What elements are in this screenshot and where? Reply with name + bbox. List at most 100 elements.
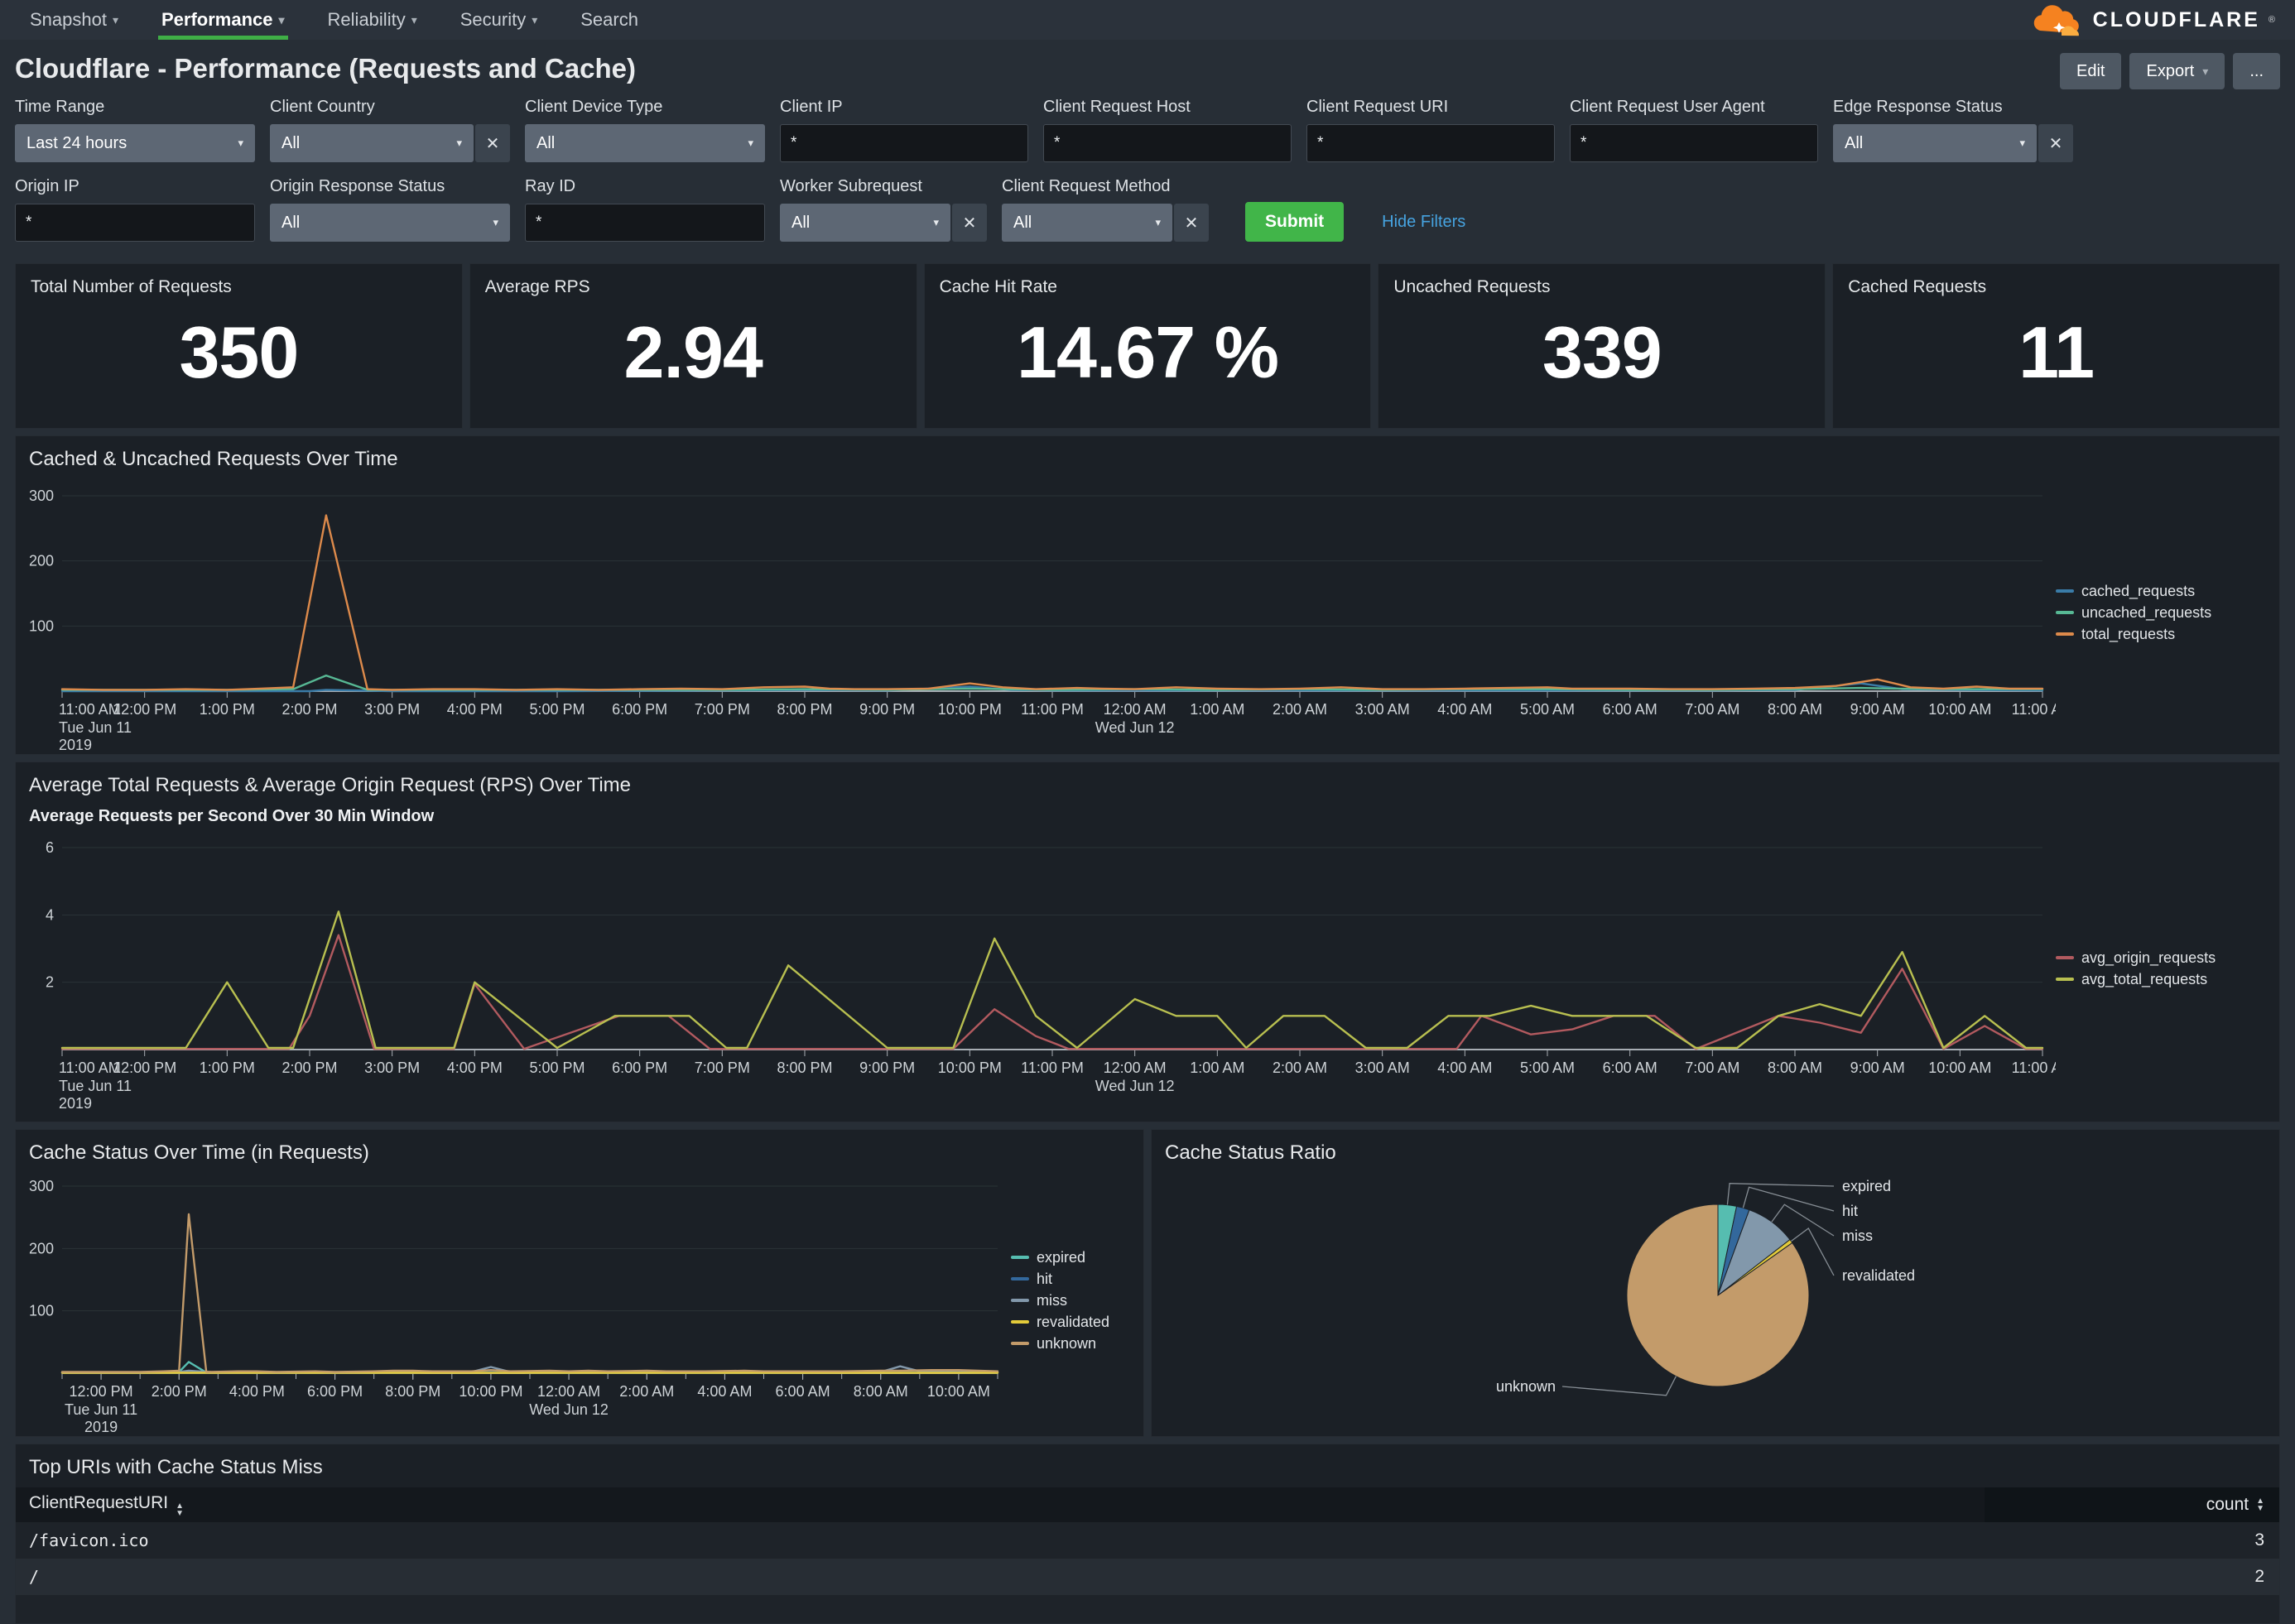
avg-rps-over-time-svg: 24611:00 AMTue Jun 11201912:00 PM1:00 PM… (16, 826, 2056, 1111)
stat-card-total-number-of-requests: Total Number of Requests350 (15, 263, 463, 429)
edit-button[interactable]: Edit (2060, 53, 2121, 89)
select-value: All (281, 214, 300, 233)
svg-text:7:00 PM: 7:00 PM (695, 1059, 750, 1076)
hide-filters-link[interactable]: Hide Filters (1382, 213, 1465, 232)
caret-down-icon: ▾ (748, 137, 753, 150)
svg-text:10:00 PM: 10:00 PM (938, 701, 1002, 718)
svg-text:12:00 PM: 12:00 PM (113, 701, 176, 718)
cache-status-time-chart: 10020030012:00 PMTue Jun 1120192:00 PM4:… (16, 1166, 1011, 1434)
svg-text:7:00 AM: 7:00 AM (1685, 701, 1739, 718)
caret-down-icon: ▾ (2202, 65, 2208, 79)
chart-legend: expired hit miss revalidated unknown (1011, 1166, 1143, 1434)
cell-count: 3 (1985, 1522, 2279, 1559)
filter-client-request-uri: Client Request URI (1306, 98, 1555, 162)
legend-item-cached-requests[interactable]: cached_requests (2056, 583, 2271, 600)
filter-label: Origin Response Status (270, 177, 510, 196)
legend-label: avg_origin_requests (2081, 949, 2216, 967)
stat-value: 14.67 % (940, 297, 1356, 415)
legend-item-miss[interactable]: miss (1011, 1292, 1135, 1309)
filter-client-device-type: Client Device TypeAll▾ (525, 98, 765, 162)
stat-card-cached-requests: Cached Requests11 (1832, 263, 2280, 429)
cloudflare-logo: CLOUDFLARE ® (2030, 0, 2287, 40)
legend-item-uncached-requests[interactable]: uncached_requests (2056, 604, 2271, 622)
ray-id-input[interactable] (525, 204, 765, 242)
clear-filter-button[interactable]: ✕ (952, 204, 987, 242)
svg-text:8:00 PM: 8:00 PM (385, 1383, 440, 1400)
svg-text:11:00 AM: 11:00 AM (2012, 1059, 2056, 1076)
clear-filter-button[interactable]: ✕ (2038, 124, 2073, 162)
nav-item-reliability[interactable]: Reliability▾ (306, 0, 439, 40)
client-request-host-input[interactable] (1043, 124, 1292, 162)
table-row: /2 (16, 1559, 2279, 1595)
client-request-uri-input[interactable] (1306, 124, 1555, 162)
svg-text:Tue Jun 11: Tue Jun 11 (59, 719, 132, 736)
cloudflare-cloud-icon (2030, 2, 2085, 37)
stat-value: 2.94 (485, 297, 902, 415)
panel-cache-status-ratio: Cache Status Ratio expiredhitmissrevalid… (1151, 1129, 2280, 1437)
svg-text:12:00 AM: 12:00 AM (537, 1383, 600, 1400)
panel-top-uris: Top URIs with Cache Status Miss ClientRe… (15, 1444, 2280, 1624)
origin-ip-input[interactable] (15, 204, 255, 242)
client-ip-input[interactable] (780, 124, 1028, 162)
filter-client-request-user-agent: Client Request User Agent (1570, 98, 1818, 162)
svg-text:12:00 PM: 12:00 PM (70, 1383, 133, 1400)
clear-filter-button[interactable]: ✕ (475, 124, 510, 162)
legend-swatch (1011, 1320, 1029, 1324)
nav-item-security[interactable]: Security▾ (439, 0, 560, 40)
svg-text:6: 6 (46, 839, 54, 856)
svg-text:4:00 PM: 4:00 PM (229, 1383, 285, 1400)
more-options-button[interactable]: ... (2233, 53, 2280, 89)
stat-card-uncached-requests: Uncached Requests339 (1378, 263, 1826, 429)
legend-label: miss (1037, 1292, 1067, 1309)
select-value: All (791, 214, 810, 233)
panel-title: Cached & Uncached Requests Over Time (16, 436, 2279, 473)
legend-item-avg-origin-requests[interactable]: avg_origin_requests (2056, 949, 2271, 967)
client-device-type-select[interactable]: All▾ (525, 124, 765, 162)
client-request-method-select[interactable]: All▾ (1002, 204, 1172, 242)
panel-cache-status-time: Cache Status Over Time (in Requests) 100… (15, 1129, 1144, 1437)
edge-response-status-select[interactable]: All▾ (1833, 124, 2037, 162)
svg-text:2:00 PM: 2:00 PM (281, 701, 337, 718)
legend-item-unknown[interactable]: unknown (1011, 1335, 1135, 1353)
svg-text:4:00 AM: 4:00 AM (1437, 1059, 1492, 1076)
pie-label-miss: miss (1842, 1228, 1873, 1244)
legend-item-expired[interactable]: expired (1011, 1249, 1135, 1266)
caret-down-icon: ▾ (411, 13, 417, 27)
svg-text:200: 200 (29, 553, 54, 569)
column-header-count[interactable]: count▲▼ (1985, 1487, 2279, 1522)
origin-response-status-select[interactable]: All▾ (270, 204, 510, 242)
legend-item-hit[interactable]: hit (1011, 1271, 1135, 1288)
requests-over-time-chart: 10020030011:00 AMTue Jun 11201912:00 PM1… (16, 473, 2056, 752)
svg-text:2:00 AM: 2:00 AM (1273, 701, 1327, 718)
nav-item-snapshot[interactable]: Snapshot▾ (8, 0, 140, 40)
filter-label: Worker Subrequest (780, 177, 987, 196)
legend-item-total-requests[interactable]: total_requests (2056, 626, 2271, 643)
legend-swatch (1011, 1342, 1029, 1345)
stat-label: Total Number of Requests (31, 277, 447, 297)
svg-text:8:00 AM: 8:00 AM (1768, 701, 1822, 718)
svg-text:8:00 PM: 8:00 PM (777, 701, 832, 718)
nav-item-performance[interactable]: Performance▾ (140, 0, 306, 40)
filter-origin-ip: Origin IP (15, 177, 255, 242)
chart-subtitle: Average Requests per Second Over 30 Min … (16, 799, 2279, 826)
filter-label: Origin IP (15, 177, 255, 196)
panel-avg-rps: Average Total Requests & Average Origin … (15, 762, 2280, 1122)
panel-title: Average Total Requests & Average Origin … (16, 762, 2279, 799)
clear-filter-button[interactable]: ✕ (1174, 204, 1209, 242)
export-button[interactable]: Export ▾ (2129, 53, 2225, 89)
client-request-user-agent-input[interactable] (1570, 124, 1818, 162)
legend-swatch (1011, 1277, 1029, 1280)
nav-item-search[interactable]: Search (559, 0, 660, 40)
client-country-select[interactable]: All▾ (270, 124, 474, 162)
submit-button[interactable]: Submit (1245, 202, 1344, 242)
legend-item-avg-total-requests[interactable]: avg_total_requests (2056, 971, 2271, 988)
svg-text:300: 300 (29, 488, 54, 504)
sort-icon: ▲▼ (176, 1502, 184, 1517)
stat-value: 11 (1848, 297, 2264, 415)
svg-text:2019: 2019 (59, 737, 92, 752)
column-header-uri[interactable]: ClientRequestURI▲▼ (16, 1493, 1985, 1517)
time-range-select[interactable]: Last 24 hours▾ (15, 124, 255, 162)
legend-item-revalidated[interactable]: revalidated (1011, 1314, 1135, 1331)
worker-subrequest-select[interactable]: All▾ (780, 204, 950, 242)
stat-card-cache-hit-rate: Cache Hit Rate14.67 % (924, 263, 1372, 429)
